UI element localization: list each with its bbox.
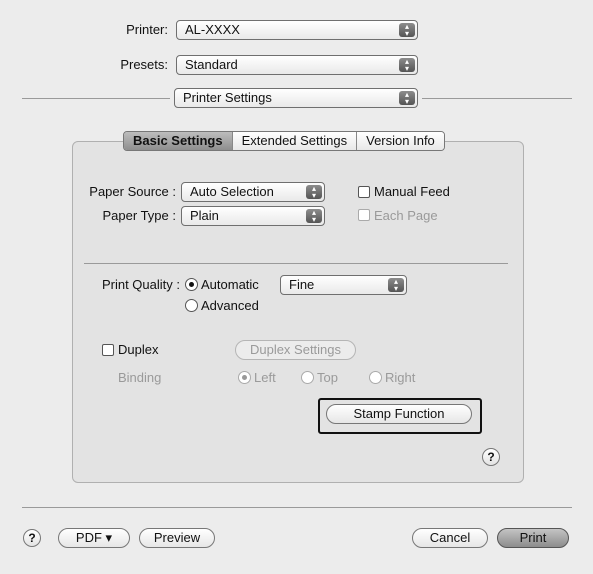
print-quality-label: Print Quality : <box>101 277 180 292</box>
paper-type-popup[interactable]: Plain ▴ ▾ <box>181 206 325 226</box>
binding-top-radio[interactable] <box>301 371 314 384</box>
help-icon[interactable]: ? <box>482 448 500 466</box>
duplex-checkbox[interactable] <box>102 344 114 356</box>
paper-source-value: Auto Selection <box>190 184 274 199</box>
binding-left-radio[interactable] <box>238 371 251 384</box>
paper-source-popup[interactable]: Auto Selection ▴ ▾ <box>181 182 325 202</box>
popup-arrows-icon: ▴ ▾ <box>399 58 415 73</box>
divider-right <box>422 98 572 99</box>
cancel-button[interactable]: Cancel <box>412 528 488 548</box>
tab-version-info[interactable]: Version Info <box>357 132 444 150</box>
quality-value: Fine <box>289 277 315 292</box>
advanced-label: Advanced <box>201 298 259 313</box>
stamp-function-button[interactable]: Stamp Function <box>326 404 472 424</box>
presets-value: Standard <box>185 57 238 72</box>
duplex-label: Duplex <box>118 342 159 357</box>
help-icon[interactable]: ? <box>23 529 41 547</box>
manual-feed-label: Manual Feed <box>374 184 450 199</box>
tab-extended-settings[interactable]: Extended Settings <box>232 132 358 150</box>
manual-feed-checkbox[interactable] <box>358 186 370 198</box>
presets-popup[interactable]: Standard ▴ ▾ <box>176 55 418 75</box>
popup-arrows-icon: ▴ ▾ <box>399 23 415 38</box>
tab-bar: Basic Settings Extended Settings Version… <box>123 131 445 151</box>
advanced-radio[interactable] <box>185 299 198 312</box>
bottom-divider <box>22 507 572 508</box>
binding-right-label: Right <box>385 370 416 385</box>
binding-top-label: Top <box>317 370 338 385</box>
popup-arrows-icon: ▴ ▾ <box>399 91 415 106</box>
binding-right-radio[interactable] <box>369 371 382 384</box>
tab-basic-settings[interactable]: Basic Settings <box>124 132 233 150</box>
each-page-checkbox[interactable] <box>358 209 370 221</box>
each-page-label: Each Page <box>374 208 438 223</box>
printer-label: Printer: <box>126 22 168 37</box>
binding-label: Binding <box>118 370 162 385</box>
printer-popup[interactable]: AL-XXXX ▴ ▾ <box>176 20 418 40</box>
quality-popup[interactable]: Fine ▴ ▾ <box>280 275 407 295</box>
binding-left-label: Left <box>254 370 276 385</box>
divider-left <box>22 98 170 99</box>
pdf-button[interactable]: PDF ▾ <box>58 528 130 548</box>
popup-arrows-icon: ▴ ▾ <box>388 278 404 293</box>
pane-selector-popup[interactable]: Printer Settings ▴ ▾ <box>174 88 418 108</box>
automatic-label: Automatic <box>201 277 259 292</box>
duplex-settings-button[interactable]: Duplex Settings <box>235 340 356 360</box>
paper-type-value: Plain <box>190 208 219 223</box>
popup-arrows-icon: ▴ ▾ <box>306 185 322 200</box>
pane-selector-value: Printer Settings <box>183 90 272 105</box>
printer-value: AL-XXXX <box>185 22 240 37</box>
paper-type-label: Paper Type : <box>102 208 176 223</box>
popup-arrows-icon: ▴ ▾ <box>306 209 322 224</box>
print-button[interactable]: Print <box>497 528 569 548</box>
automatic-radio[interactable] <box>185 278 198 291</box>
paper-source-label: Paper Source : <box>89 184 176 199</box>
presets-label: Presets: <box>120 57 168 72</box>
preview-button[interactable]: Preview <box>139 528 215 548</box>
group-divider <box>84 263 508 264</box>
